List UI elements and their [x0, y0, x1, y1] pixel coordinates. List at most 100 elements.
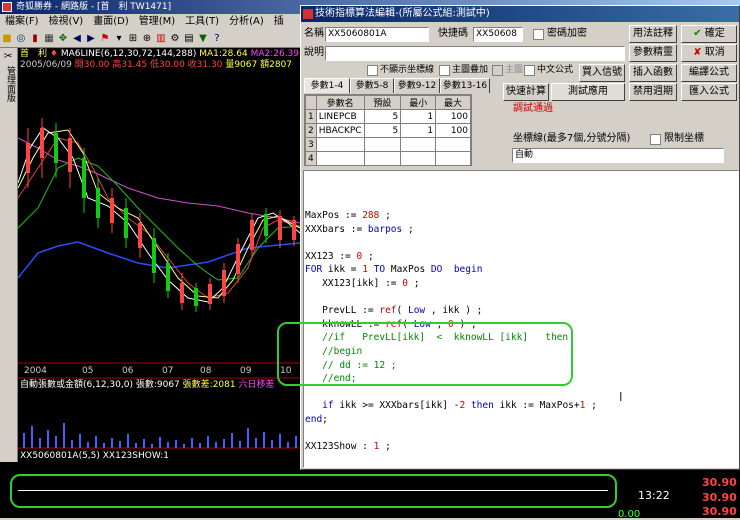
code-line[interactable]: FOR ikk = 1 TO MaxPos DO begin [305, 263, 597, 277]
params-grid[interactable]: 參數名 預設 最小 最大 1 LINEPCB 5 1 100 2 HBACKPC… [304, 94, 472, 166]
chevron-down-icon[interactable]: ▾ [113, 33, 125, 45]
code-line[interactable] [305, 386, 597, 400]
app-title: 奇狐勝券 - 網路版 - [首 利 TW1471] [16, 2, 172, 12]
code-line[interactable] [305, 291, 597, 305]
menu-manage[interactable]: 管理(M) [134, 14, 180, 30]
grid-header-min: 最小 [400, 95, 437, 110]
import-formula-button[interactable]: 匯入公式 [681, 83, 737, 101]
cancel-button[interactable]: ✘ 取消 [681, 44, 737, 62]
code-editor[interactable]: MaxPos := 288 ; XXXbars := barpos ; XX123… [303, 170, 739, 468]
code-line[interactable]: XX123Show : 1 ; [305, 440, 597, 454]
x-axis-label: 06 [122, 366, 134, 376]
buy-signal-button[interactable]: 買入信號 [579, 64, 625, 82]
tab-params-5-8[interactable]: 參數5-8 [350, 78, 394, 93]
zoom-icon[interactable]: ⊕ [141, 33, 153, 45]
name-input[interactable]: XX5060801A [325, 27, 429, 42]
limit-axis-checkbox[interactable] [650, 134, 661, 145]
dialog-title-bar: 技術指標算法編輯-(所屬公式組:測試中) [301, 6, 739, 22]
grid-icon[interactable]: ▦ [43, 33, 55, 45]
quick-calc-button[interactable]: 快速計算 [503, 83, 549, 101]
table-row[interactable]: 2 HBACKPC 5 1 100 [305, 123, 471, 138]
sub-chart-diff: 張數差:2081 [182, 380, 236, 390]
side-panel-label[interactable]: 管理面版 [3, 66, 15, 102]
grid-header-name: 參數名 [315, 95, 365, 110]
table-row[interactable]: 3 [305, 137, 471, 152]
flag-icon[interactable]: ⚑ [99, 33, 111, 45]
ok-button[interactable]: ✔ 確定 [681, 25, 737, 43]
code-line[interactable]: XXXbars := barpos ; [305, 223, 597, 237]
help-icon[interactable]: ? [211, 33, 223, 45]
usage-notes-button[interactable]: 用法註釋 [629, 25, 677, 43]
hide-axis-checkbox[interactable] [367, 65, 378, 76]
x-axis-label: 2004 [24, 366, 47, 376]
calc-icon[interactable]: ▤ [183, 33, 195, 45]
down-icon[interactable]: ▼ [197, 33, 209, 45]
code-line[interactable]: end; [305, 413, 597, 427]
close-icon: ✘ [693, 47, 702, 58]
bars-icon[interactable]: ▥ [155, 33, 167, 45]
code-line[interactable]: XX123 := 0 ; [305, 250, 597, 264]
folder-icon[interactable]: ■ [1, 33, 13, 45]
table-row[interactable]: 1 LINEPCB 5 1 100 [305, 109, 471, 124]
menu-analysis[interactable]: 分析(A) [224, 14, 269, 30]
desc-label: 說明 [304, 47, 324, 58]
code-line[interactable] [305, 427, 597, 441]
move-icon[interactable]: ✥ [57, 33, 69, 45]
code-line[interactable]: PrevLL := ref( Low , ikk ) ; [305, 304, 597, 318]
limit-axis-label: 限制坐標 [664, 133, 704, 144]
annotation-highlight [277, 322, 573, 386]
compile-button[interactable]: 編譯公式 [681, 64, 737, 82]
tab-params-1-4[interactable]: 參數1-4 [304, 78, 350, 93]
settings-icon[interactable]: ⚙ [169, 33, 181, 45]
tab-params-9-12[interactable]: 參數9-12 [394, 78, 440, 93]
x-axis-label: 08 [200, 366, 212, 376]
code-line[interactable]: MaxPos := 288 ; [305, 209, 597, 223]
chinese-formula-checkbox[interactable] [524, 65, 535, 76]
tools-icon[interactable]: ✂ [4, 51, 12, 62]
menu-more[interactable]: 插 [269, 14, 289, 30]
password-label: 密碼加密 [547, 28, 587, 39]
grid-header-default: 預設 [363, 95, 402, 110]
chart-quote-row: 2005/06/09 開30.00 高31.45 低30.00 收31.30 量… [20, 60, 292, 71]
axis-input[interactable]: 自動 [512, 148, 724, 163]
side-panel: ✂ 管理面版 [0, 48, 18, 518]
chart-icon[interactable]: ▮ [29, 33, 41, 45]
menu-screen[interactable]: 畫面(D) [88, 14, 134, 30]
test-apply-button[interactable]: 測試應用 [551, 83, 625, 101]
code-line[interactable]: XX123[ikk] := 0 ; [305, 277, 597, 291]
hide-axis-label: 不顯示坐標線 [380, 65, 435, 75]
dialog-icon [303, 9, 313, 19]
menu-view[interactable]: 檢視(V) [44, 14, 89, 30]
dialog-title: 技術指標算法編輯-(所屬公式組:測試中) [315, 8, 490, 19]
chart-volume: 量9067 [225, 60, 258, 70]
back-icon[interactable]: ◀ [71, 33, 83, 45]
disable-period-button[interactable]: 禁用週期 [629, 83, 677, 101]
table-row[interactable]: 4 [305, 151, 471, 166]
axis-label: 坐標線(最多7個,分號分隔) [513, 133, 631, 144]
code-line[interactable]: if ikk >= XXXbars[ikk] -2 then ikk := Ma… [305, 399, 597, 413]
hotkey-input[interactable]: XX50608 [473, 27, 523, 42]
stock-chart[interactable]: 首 利 ♦ MA6LINE(6,12,30,72,144,288) MA1:28… [18, 48, 300, 462]
chart-close: 收31.30 [187, 60, 223, 70]
menu-bar: 檔案(F) 檢視(V) 畫面(D) 管理(M) 工具(T) 分析(A) 插 [0, 14, 300, 30]
chinese-formula-label: 中文公式 [537, 65, 574, 75]
menu-file[interactable]: 檔案(F) [0, 14, 44, 30]
main-label: 主圖 [505, 65, 524, 75]
insert-function-button[interactable]: 插入函數 [629, 64, 677, 82]
search-icon[interactable]: ◎ [15, 33, 27, 45]
toolbar: ■ ◎ ▮ ▦ ✥ ◀ ▶ ⚑ ▾ ⊞ ⊕ ▥ ⚙ ▤ ▼? [0, 30, 300, 48]
forward-icon[interactable]: ▶ [85, 33, 97, 45]
desc-input[interactable] [325, 46, 625, 61]
param-wizard-button[interactable]: 參數精靈 [629, 44, 677, 62]
menu-tools[interactable]: 工具(T) [180, 14, 224, 30]
name-label: 名稱 [304, 28, 324, 39]
tools-icon[interactable]: ⊞ [127, 33, 139, 45]
chart-ma-line: MA6LINE(6,12,30,72,144,288) [60, 49, 197, 59]
grid-header-max: 最大 [435, 95, 471, 110]
annotation-highlight [10, 474, 617, 508]
code-line[interactable] [305, 236, 597, 250]
chart-ma2: MA2:26.39 [250, 49, 300, 59]
tab-params-13-16[interactable]: 參數13-16 [440, 78, 490, 93]
password-checkbox[interactable] [533, 29, 544, 40]
overlay-checkbox[interactable] [439, 65, 450, 76]
